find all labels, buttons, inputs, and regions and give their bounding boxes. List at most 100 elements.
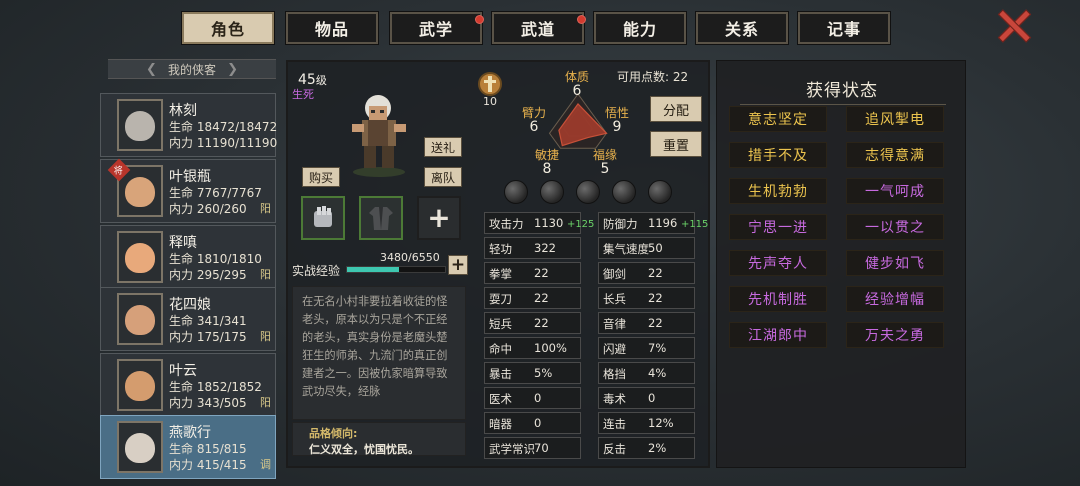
status-item[interactable]: 生机勃勃 <box>729 178 827 204</box>
medal-value: 10 <box>483 95 497 108</box>
character-mp: 内力 260/260 <box>169 202 247 216</box>
stat-value: 70 <box>534 441 549 455</box>
orb-slot[interactable] <box>540 180 564 204</box>
stat-label: 武学常识 <box>489 442 535 456</box>
status-item[interactable]: 措手不及 <box>729 142 827 168</box>
character-tag: 调 <box>260 458 271 471</box>
buy-button[interactable]: 购买 <box>302 167 341 187</box>
character-name: 燕歌行 <box>169 425 211 441</box>
character-card[interactable]: 燕歌行 生命 815/815 内力 415/415 调 <box>100 415 276 479</box>
attr-insight: 悟性 9 <box>604 106 629 135</box>
character-mp: 内力 11190/11190 <box>169 136 278 150</box>
tab-items[interactable]: 物品 <box>285 11 379 45</box>
character-card[interactable]: 释嗔 生命 1810/1810 内力 295/295 阳 <box>100 225 276 289</box>
close-icon[interactable] <box>995 8 1033 44</box>
orb-slot[interactable] <box>576 180 600 204</box>
add-exp-button[interactable]: + <box>448 255 468 275</box>
character-hp: 生命 7767/7767 <box>169 186 262 200</box>
stat-label: 毒术 <box>603 392 626 406</box>
stat-label: 暗器 <box>489 417 512 431</box>
orb-slot[interactable] <box>648 180 672 204</box>
stat-row: 暗器 0 <box>484 412 581 434</box>
stat-value: 4% <box>648 366 667 380</box>
personality-box: 品格倾向: 仁义双全，忧国忧民。 <box>292 422 466 456</box>
stat-value: 100% <box>534 341 567 355</box>
status-item[interactable]: 一以贯之 <box>846 214 944 240</box>
personality-title: 品格倾向: <box>309 427 358 440</box>
stat-value: 2% <box>648 441 667 455</box>
stat-row: 暴击 5% <box>484 362 581 384</box>
skill-orb-row <box>500 180 680 204</box>
tab-martial-arts[interactable]: 武学 <box>389 11 484 45</box>
character-hp: 生命 18472/18472 <box>169 120 278 134</box>
status-item[interactable]: 万夫之勇 <box>846 322 944 348</box>
character-card[interactable]: 林刻 生命 18472/18472 内力 11190/11190 <box>100 93 278 157</box>
stat-label: 格挡 <box>603 367 626 381</box>
avatar <box>117 231 163 283</box>
character-mp: 内力 175/175 <box>169 330 247 344</box>
character-bio: 在无名小村非要拉着收徒的怪老头，原本以为只是个不正经的老头，真实身份是老魔头楚狂… <box>292 286 466 420</box>
stat-row: 攻击力 1130 +125 <box>484 212 594 234</box>
chevron-left-icon[interactable]: ❮ <box>146 62 157 77</box>
status-item[interactable]: 意志坚定 <box>729 106 827 132</box>
status-item[interactable]: 健步如飞 <box>846 250 944 276</box>
stat-row: 命中 100% <box>484 337 581 359</box>
orb-slot[interactable] <box>504 180 528 204</box>
tab-martial-way[interactable]: 武道 <box>491 11 586 45</box>
tab-character[interactable]: 角色 <box>181 11 275 45</box>
tab-journal[interactable]: 记事 <box>797 11 891 45</box>
stat-row: 毒术 0 <box>598 387 695 409</box>
avatar <box>117 99 163 151</box>
gauntlet-icon <box>314 206 332 227</box>
stat-row: 集气速度 50 <box>598 237 695 259</box>
gift-button[interactable]: 送礼 <box>424 137 463 157</box>
avatar <box>117 359 163 411</box>
equipment-slot-empty[interactable]: + <box>417 196 461 240</box>
status-item[interactable]: 经验增幅 <box>846 286 944 312</box>
status-item[interactable]: 一气呵成 <box>846 178 944 204</box>
stat-row: 短兵 22 <box>484 312 581 334</box>
reset-button[interactable]: 重置 <box>650 131 702 157</box>
stat-value: 12% <box>648 416 674 430</box>
status-item[interactable]: 先机制胜 <box>729 286 827 312</box>
stat-label: 命中 <box>489 342 512 356</box>
attr-constitution: 体质 6 <box>564 70 589 99</box>
character-mp: 内力 415/415 <box>169 458 247 472</box>
personality-value: 仁义双全，忧国忧民。 <box>309 443 419 456</box>
stat-row: 轻功 322 <box>484 237 581 259</box>
stat-value: 1196 +115 <box>648 216 709 230</box>
stat-label: 长兵 <box>603 292 626 306</box>
stat-value: 22 <box>648 316 663 330</box>
equipment-slot-gloves[interactable] <box>301 196 345 240</box>
orb-slot[interactable] <box>612 180 636 204</box>
leave-team-button[interactable]: 离队 <box>424 167 463 187</box>
chevron-right-icon[interactable]: ❯ <box>227 62 238 77</box>
status-item[interactable]: 江湖郎中 <box>729 322 827 348</box>
character-hp: 生命 815/815 <box>169 442 247 456</box>
stat-row: 闪避 7% <box>598 337 695 359</box>
stat-label: 拳掌 <box>489 267 512 281</box>
status-item[interactable]: 志得意满 <box>846 142 944 168</box>
stat-row: 御剑 22 <box>598 262 695 284</box>
tab-relations[interactable]: 关系 <box>695 11 789 45</box>
stat-label: 短兵 <box>489 317 512 331</box>
stat-label: 轻功 <box>489 242 512 256</box>
character-tag: 阳 <box>260 330 271 343</box>
stat-row: 连击 12% <box>598 412 695 434</box>
stat-row: 耍刀 22 <box>484 287 581 309</box>
status-item[interactable]: 追风掣电 <box>846 106 944 132</box>
character-hp: 生命 341/341 <box>169 314 247 328</box>
equipment-slot-armor[interactable] <box>359 196 403 240</box>
stat-row: 防御力 1196 +115 <box>598 212 708 234</box>
character-card[interactable]: 叶银瓶 生命 7767/7767 内力 260/260 阳将 <box>100 158 276 223</box>
notification-dot <box>577 15 586 24</box>
avatar <box>117 293 163 345</box>
status-item[interactable]: 先声夺人 <box>729 250 827 276</box>
tab-abilities[interactable]: 能力 <box>593 11 687 45</box>
status-item[interactable]: 宁思一进 <box>729 214 827 240</box>
distribute-button[interactable]: 分配 <box>650 96 702 122</box>
stat-value: 5% <box>534 366 553 380</box>
stat-value: 0 <box>534 416 542 430</box>
character-card[interactable]: 叶云 生命 1852/1852 内力 343/505 阳 <box>100 353 276 417</box>
character-card[interactable]: 花四娘 生命 341/341 内力 175/175 阳 <box>100 287 276 351</box>
